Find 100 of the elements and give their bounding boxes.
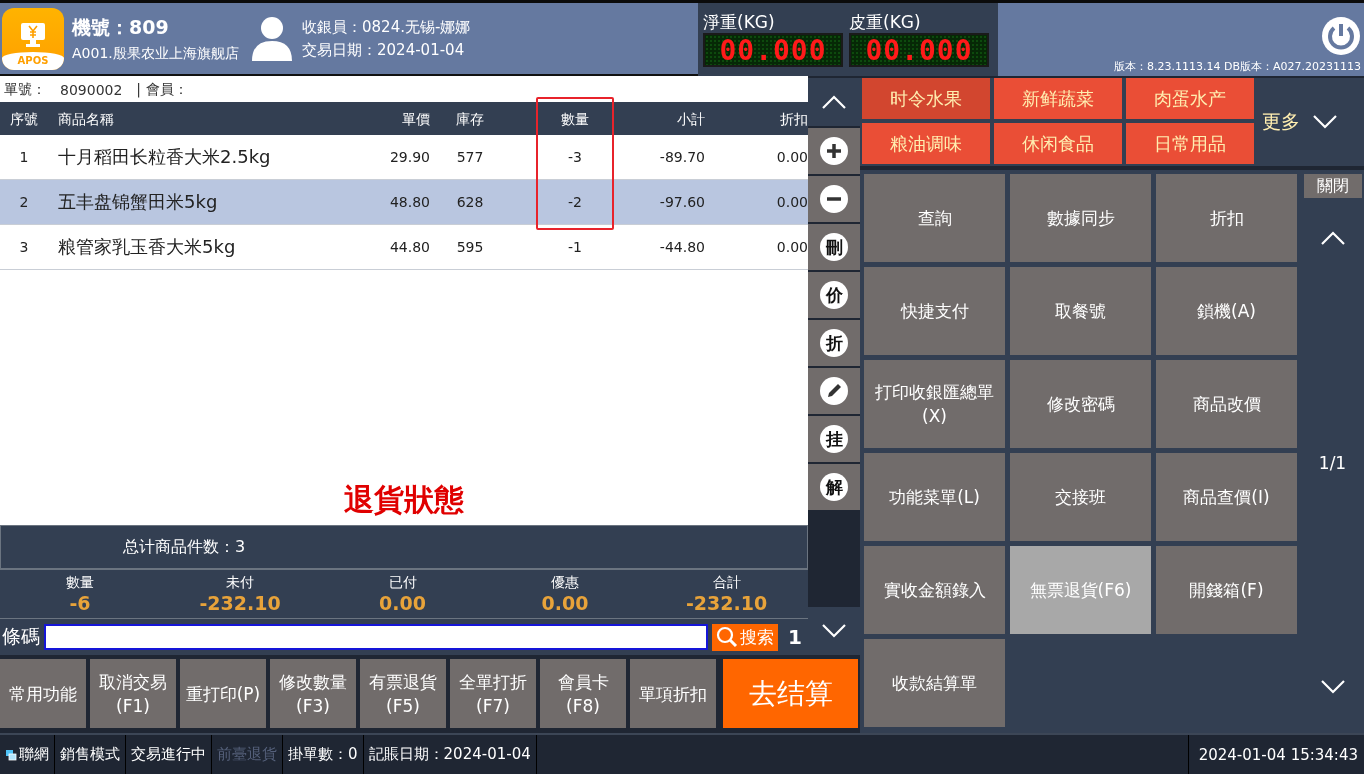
- table-cell-text: 五丰盘锦蟹田米5kg: [57, 190, 219, 214]
- clock: 2024-01-04 15:34:43: [1187, 735, 1364, 774]
- tool-symbol: 折: [820, 329, 848, 357]
- function-button[interactable]: 打印收銀匯總單(X): [864, 360, 1005, 448]
- function-button[interactable]: 數據同步: [1010, 174, 1151, 262]
- checkout-button[interactable]: 去结算: [723, 659, 858, 728]
- table-cell-text: -89.70: [658, 149, 705, 165]
- table-cell-text: 0.00: [775, 194, 808, 210]
- barcode-field[interactable]: [44, 624, 709, 650]
- table-cell-text: 595: [455, 239, 485, 255]
- function-button[interactable]: 重打印(P): [180, 659, 266, 728]
- tool-button[interactable]: 折: [808, 320, 860, 366]
- version-info: 版本：8.23.1113.14 DB版本：A027.20231113: [1114, 59, 1361, 74]
- table-cell-text: 0.00: [775, 149, 808, 165]
- chevron-down-icon: [1312, 115, 1338, 129]
- tool-button[interactable]: 刪: [808, 224, 860, 270]
- tool-button[interactable]: [808, 368, 860, 414]
- machine-number: 機號：809: [72, 14, 170, 40]
- column-header: 單價: [401, 110, 430, 129]
- table-row[interactable]: 2 五丰盘锦蟹田米5kg 48.80 628 -2 -97.60 0.00: [0, 180, 808, 225]
- function-button[interactable]: 取餐號: [1010, 267, 1151, 355]
- pencil-icon: [820, 377, 848, 405]
- function-button[interactable]: 常用功能: [0, 659, 86, 728]
- function-button[interactable]: 修改密碼: [1010, 360, 1151, 448]
- chevron-up-icon: [1319, 231, 1346, 245]
- table-cell-text: 粮管家乳玉香大米5kg: [57, 235, 237, 259]
- table-cell-text: 2: [18, 194, 30, 210]
- table-cell-text: -1: [567, 239, 583, 255]
- total-label: 數量: [66, 574, 94, 592]
- tool-button[interactable]: 价: [808, 272, 860, 318]
- total-value: -232.10: [685, 592, 768, 614]
- function-button[interactable]: 會員卡 (F8): [540, 659, 626, 728]
- cashier-label: 收銀員：0824.无锡-娜娜: [302, 17, 471, 37]
- table-cell-text: -97.60: [658, 194, 705, 210]
- column-header: 序號: [9, 110, 39, 129]
- scale-label: 皮重(KG): [849, 11, 922, 33]
- user-icon: [250, 14, 294, 63]
- page-indicator: 1/1: [1318, 452, 1347, 473]
- store-name: A001.殷果农业上海旗舰店: [72, 44, 240, 63]
- function-button[interactable]: 有票退貨 (F5): [360, 659, 446, 728]
- function-button[interactable]: 商品改價: [1156, 360, 1297, 448]
- function-button[interactable]: 修改數量 (F3): [270, 659, 356, 728]
- function-button[interactable]: 商品查價(I): [1156, 453, 1297, 541]
- column-header: 商品名稱: [57, 110, 115, 129]
- tool-symbol: 挂: [820, 425, 848, 453]
- function-button[interactable]: 鎖機(A): [1156, 267, 1297, 355]
- plus-icon: [820, 137, 848, 165]
- function-button[interactable]: 實收金額錄入: [864, 546, 1005, 634]
- tool-button[interactable]: [808, 128, 860, 174]
- chevron-up-icon: [821, 95, 847, 109]
- table-cell-text: 577: [455, 149, 485, 165]
- table-cell-text: 44.80: [388, 239, 430, 255]
- category-button[interactable]: 粮油调味: [862, 123, 990, 164]
- more-button[interactable]: 更多: [1254, 78, 1364, 166]
- order-number: 8090002: [60, 82, 123, 98]
- total-value: -6: [69, 592, 91, 614]
- tool-symbol: 价: [820, 281, 848, 309]
- tool-button[interactable]: [808, 176, 860, 222]
- function-button[interactable]: 查詢: [864, 174, 1005, 262]
- table-cell-text: 628: [455, 194, 485, 210]
- category-button[interactable]: 日常用品: [1126, 123, 1254, 164]
- total-label: 優惠: [551, 574, 579, 592]
- close-button[interactable]: 關閉: [1303, 174, 1362, 198]
- category-button[interactable]: 新鲜蔬菜: [994, 78, 1122, 119]
- table-cell-text: 29.90: [388, 149, 430, 165]
- power-icon[interactable]: [1321, 16, 1361, 56]
- function-button[interactable]: 開錢箱(F): [1156, 546, 1297, 634]
- search-icon: [716, 626, 739, 648]
- mode-status: 退貨狀態: [343, 481, 465, 519]
- function-button[interactable]: 交接班: [1010, 453, 1151, 541]
- function-button[interactable]: 折扣: [1156, 174, 1297, 262]
- category-button[interactable]: 肉蛋水产: [1126, 78, 1254, 119]
- function-button[interactable]: 收款結算單: [864, 639, 1005, 727]
- column-header: 折扣: [779, 110, 808, 129]
- chevron-down-icon: [821, 624, 847, 638]
- tool-button[interactable]: 解: [808, 464, 860, 510]
- total-value: 0.00: [379, 592, 426, 614]
- column-header: 數量: [510, 110, 640, 129]
- scroll-up-button[interactable]: [808, 78, 860, 126]
- search-button[interactable]: 搜索: [712, 623, 779, 651]
- status-item: 聯網: [0, 735, 55, 774]
- tool-symbol: 解: [820, 473, 848, 501]
- function-button[interactable]: 快捷支付: [864, 267, 1005, 355]
- function-button[interactable]: 取消交易 (F1): [90, 659, 176, 728]
- total-label: 合計: [712, 574, 741, 592]
- category-button[interactable]: 休闲食品: [994, 123, 1122, 164]
- minus-icon: [820, 185, 848, 213]
- column-header: 庫存: [455, 110, 485, 129]
- tool-symbol: 刪: [820, 233, 848, 261]
- table-cell-text: 0.00: [775, 239, 808, 255]
- function-button[interactable]: 功能菜單(L): [864, 453, 1005, 541]
- network-icon: [5, 748, 17, 761]
- function-button[interactable]: 全單打折 (F7): [450, 659, 536, 728]
- column-header: 小計: [676, 110, 705, 129]
- order-number-label: 單號：: [4, 81, 46, 99]
- category-button[interactable]: 时令水果: [862, 78, 990, 119]
- tool-button[interactable]: 挂: [808, 416, 860, 462]
- status-item: 前臺退貨: [212, 735, 283, 774]
- function-button[interactable]: 單項折扣: [630, 659, 716, 728]
- scale-label: 淨重(KG): [703, 11, 776, 33]
